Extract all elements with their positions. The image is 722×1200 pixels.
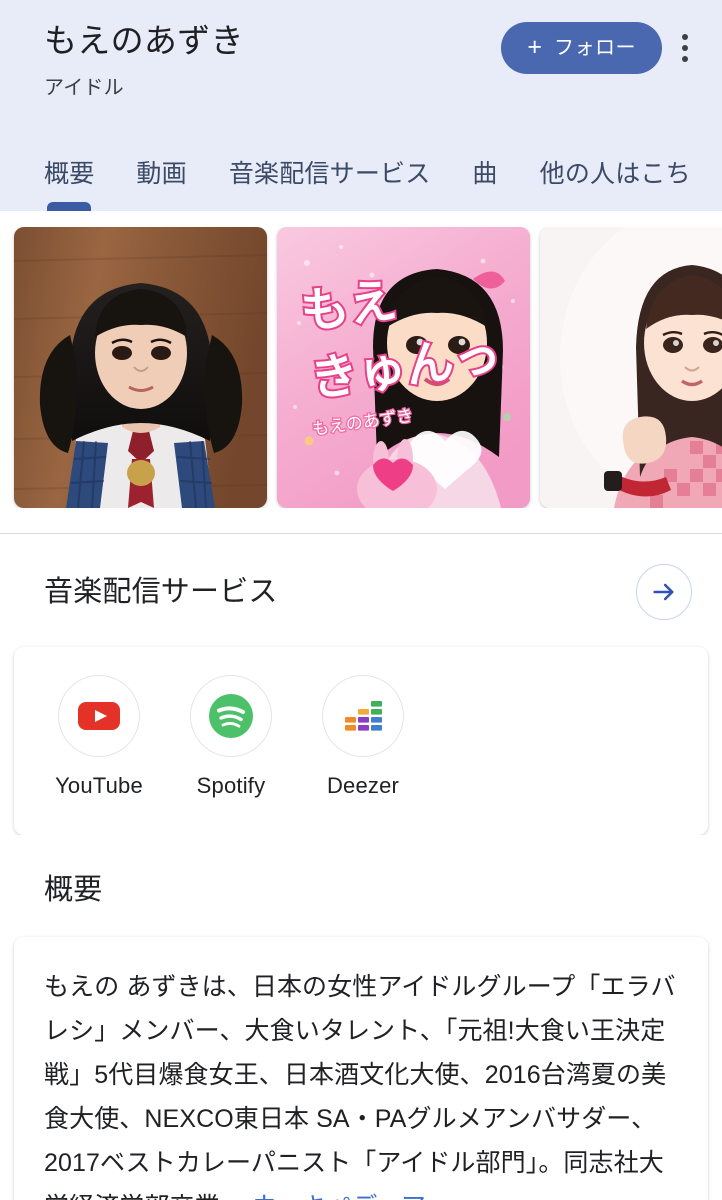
music-services-header: 音楽配信サービス bbox=[0, 564, 722, 620]
spotify-icon bbox=[190, 675, 272, 757]
music-services-card: YouTube Spotify Deezer bbox=[14, 647, 708, 835]
youtube-icon bbox=[58, 675, 140, 757]
plus-icon: + bbox=[527, 32, 542, 61]
overview-section: 概要 もえの あずきは、日本の女性アイドルグループ「エラバレシ」メンバー、大食い… bbox=[0, 835, 722, 1200]
service-deezer[interactable]: Deezer bbox=[314, 675, 412, 799]
music-services-section: 音楽配信サービス YouTube Spotify Deezer bbox=[0, 534, 722, 835]
tab-music-services-label: 音楽配信サービス bbox=[228, 160, 431, 188]
music-services-list: YouTube Spotify Deezer bbox=[14, 675, 708, 799]
tab-people-also-search-label: 他の人はこち bbox=[539, 160, 691, 188]
photo-carousel: もえ きゅんっ もえのあずき bbox=[0, 211, 722, 533]
page-title: もえのあずき bbox=[44, 22, 244, 59]
tab-overview[interactable]: 概要 bbox=[44, 159, 94, 211]
photo-carousel-track[interactable]: もえ きゅんっ もえのあずき bbox=[0, 227, 722, 508]
overview-body-text: もえの あずきは、日本の女性アイドルグループ「エラバレシ」メンバー、大食いタレン… bbox=[44, 973, 676, 1200]
overview-paragraph: もえの あずきは、日本の女性アイドルグループ「エラバレシ」メンバー、大食いタレン… bbox=[44, 965, 682, 1200]
entity-title-block: もえのあずき アイドル bbox=[44, 18, 501, 102]
service-youtube-label: YouTube bbox=[55, 773, 143, 798]
next-arrow-icon[interactable] bbox=[636, 564, 692, 620]
tab-people-also-search[interactable]: 他の人はこち bbox=[540, 159, 691, 211]
photo-card-3[interactable] bbox=[540, 227, 722, 508]
overview-card: もえの あずきは、日本の女性アイドルグループ「エラバレシ」メンバー、大食いタレン… bbox=[14, 937, 708, 1200]
service-deezer-label: Deezer bbox=[326, 773, 400, 798]
header-top-row: もえのあずき アイドル + フォロー bbox=[0, 0, 722, 102]
tab-bar: 概要 動画 音楽配信サービス 曲 他の人はこち bbox=[0, 159, 722, 211]
follow-button-label: フォロー bbox=[554, 37, 636, 59]
photo-3-image bbox=[540, 227, 722, 508]
tab-songs-label: 曲 bbox=[472, 160, 498, 188]
wikipedia-link[interactable]: ウィキペディア bbox=[252, 1193, 426, 1200]
entity-header: もえのあずき アイドル + フォロー 概要 動画 音楽配信サービス 曲 他の人は… bbox=[0, 0, 722, 211]
tab-overview-label: 概要 bbox=[44, 160, 95, 188]
service-spotify-label: Spotify bbox=[196, 773, 266, 798]
photo-card-2[interactable]: もえ きゅんっ もえのあずき bbox=[277, 227, 530, 508]
follow-button[interactable]: + フォロー bbox=[501, 22, 662, 74]
photo-card-1[interactable] bbox=[14, 227, 267, 508]
tab-videos[interactable]: 動画 bbox=[136, 159, 186, 211]
tab-music-services[interactable]: 音楽配信サービス bbox=[229, 159, 431, 211]
service-spotify[interactable]: Spotify bbox=[182, 675, 280, 799]
photo-2-album-cover: もえ きゅんっ もえのあずき bbox=[277, 227, 530, 508]
photo-1-image bbox=[14, 227, 267, 508]
tab-songs[interactable]: 曲 bbox=[472, 159, 497, 211]
overview-title: 概要 bbox=[44, 874, 103, 906]
active-tab-indicator bbox=[47, 202, 92, 211]
entity-subtitle: アイドル bbox=[44, 77, 124, 99]
music-services-title: 音楽配信サービス bbox=[44, 576, 278, 608]
deezer-icon bbox=[322, 675, 404, 757]
tab-videos-label: 動画 bbox=[136, 160, 187, 188]
more-options-icon[interactable] bbox=[662, 20, 708, 76]
service-youtube[interactable]: YouTube bbox=[50, 675, 148, 799]
